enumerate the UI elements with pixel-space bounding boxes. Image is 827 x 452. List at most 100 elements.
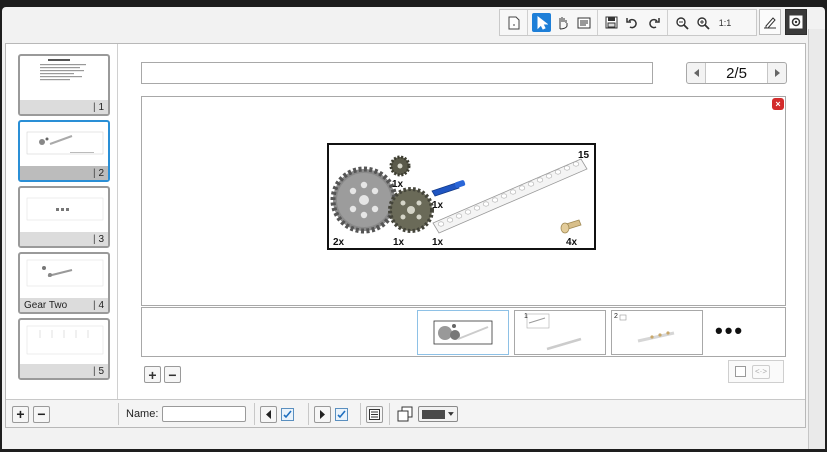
side-tabs [759, 9, 807, 37]
toolbar-group-edit [598, 10, 668, 35]
page-thumbnail-5[interactable]: 5 [18, 318, 110, 380]
next-checkbox[interactable] [335, 407, 348, 421]
qty-label: 1x [393, 237, 405, 248]
step-strip-item[interactable]: 1 [514, 310, 606, 355]
page-thumbnail-1[interactable]: 1 [18, 54, 110, 116]
qty-label: 2x [333, 237, 345, 248]
strip-preview [526, 313, 582, 351]
save-icon[interactable] [602, 13, 621, 32]
divider [118, 403, 119, 425]
zoom-out-icon[interactable] [672, 13, 691, 32]
previous-page-button[interactable] [687, 63, 705, 83]
thumbnail-preview [26, 131, 104, 155]
previous-step-button[interactable] [260, 405, 277, 423]
color-swatch [422, 409, 446, 419]
page-thumbnails: 1 2 [6, 44, 118, 399]
thumbnail-number: 3 [93, 234, 104, 245]
code-toggle-group: <·> [728, 360, 784, 383]
text-panel-icon[interactable] [574, 13, 593, 32]
close-icon[interactable]: × [772, 98, 784, 110]
new-page-icon[interactable] [504, 13, 523, 32]
more-steps-button[interactable]: ••• [715, 318, 744, 344]
actual-size-button[interactable]: 1:1 [714, 13, 736, 32]
divider [360, 403, 361, 425]
large-gear-icon [330, 166, 398, 234]
thumbnail-number: 1 [93, 102, 104, 113]
strip-preview [619, 314, 675, 343]
thumbnail-number: 2 [93, 168, 104, 179]
step-strip-item[interactable] [417, 310, 509, 355]
divider [389, 403, 390, 425]
parts-illustration: 2x 1x 1x 1x 1x 4x 15 [330, 150, 590, 248]
qty-label: 1x [432, 237, 444, 248]
remove-page-button[interactable]: − [33, 405, 50, 423]
strip-item-badge: 2 [614, 313, 618, 320]
thumbnail-footer: Gear Two 4 [20, 298, 108, 312]
chevron-right-icon [774, 69, 780, 77]
thumbnail-number: 4 [93, 300, 104, 311]
chevron-down-icon [448, 412, 454, 416]
thumbnail-footer: 3 [20, 232, 108, 246]
edit-tab-icon[interactable] [759, 9, 781, 35]
qty-label: 1x [392, 179, 404, 190]
page-indicator: 2/5 [705, 63, 768, 83]
parts-list-image[interactable]: 2x 1x 1x 1x 1x 4x 15 [327, 143, 596, 250]
thumbnail-controls: + − [12, 404, 50, 424]
name-label: Name: [126, 408, 159, 420]
next-step-button[interactable] [314, 405, 331, 423]
strip-preview [433, 320, 493, 345]
qty-label: 1x [432, 200, 444, 211]
strip-item-badge: 1 [524, 313, 528, 320]
redo-icon[interactable] [644, 13, 663, 32]
list-view-icon[interactable] [366, 405, 383, 423]
axle-pin-icon [431, 180, 466, 197]
editor-panel: 1 2 [5, 43, 806, 428]
style-group [396, 404, 458, 424]
page-title-input[interactable] [141, 62, 653, 84]
divider [308, 403, 309, 425]
step-strip-item[interactable]: 2 [611, 310, 703, 355]
thumbnail-preview [26, 197, 104, 221]
thumbnail-footer: 1 [20, 100, 108, 114]
add-step-button[interactable]: + [144, 366, 161, 383]
page-canvas[interactable]: × 2x 1x 1x 1x 1x 4x 15 [141, 96, 786, 306]
small-gear-icon [389, 155, 411, 177]
divider [254, 403, 255, 425]
toolbar-group-page [500, 10, 528, 35]
page-thumbnail-3[interactable]: 3 [18, 186, 110, 248]
next-group [314, 404, 348, 424]
pointer-icon[interactable] [532, 13, 551, 32]
layers-icon[interactable] [396, 405, 414, 423]
zoom-in-icon[interactable] [693, 13, 712, 32]
hand-icon[interactable] [553, 13, 572, 32]
bottom-bar: + − Name: [6, 399, 805, 427]
page-thumbnail-2[interactable]: 2 [18, 120, 110, 182]
previous-checkbox[interactable] [281, 407, 294, 421]
remove-step-button[interactable]: − [164, 366, 181, 383]
app-window: 1:1 | 1 | 2 | 3 Gear Two | 4 | 5 2/5 × 2… [2, 7, 825, 449]
page-navigator: 2/5 [686, 62, 787, 84]
connector-peg-icon [560, 219, 582, 234]
code-view-button[interactable]: <·> [752, 364, 770, 379]
medium-gear-icon [388, 187, 434, 233]
vertical-scrollbar[interactable] [808, 29, 825, 449]
chevron-left-icon [693, 69, 699, 77]
step-filmstrip: 1 2 ••• [141, 307, 786, 357]
add-page-button[interactable]: + [12, 405, 29, 423]
toolbar-group-zoom: 1:1 [668, 10, 740, 35]
undo-icon[interactable] [623, 13, 642, 32]
color-picker[interactable] [418, 406, 458, 422]
name-input[interactable] [162, 406, 247, 422]
thumbnail-number: 5 [93, 366, 104, 377]
prev-group [260, 404, 294, 424]
code-checkbox[interactable] [735, 366, 746, 377]
settings-tab-icon[interactable] [785, 9, 807, 35]
thumbnail-footer: 5 [20, 364, 108, 378]
thumbnail-preview [26, 325, 104, 355]
list-group [366, 404, 383, 424]
main-toolbar: 1:1 [499, 9, 757, 36]
thumbnail-preview [40, 59, 86, 81]
next-page-button[interactable] [768, 63, 786, 83]
page-thumbnail-4[interactable]: Gear Two 4 [18, 252, 110, 314]
toolbar-group-tools [528, 10, 598, 35]
